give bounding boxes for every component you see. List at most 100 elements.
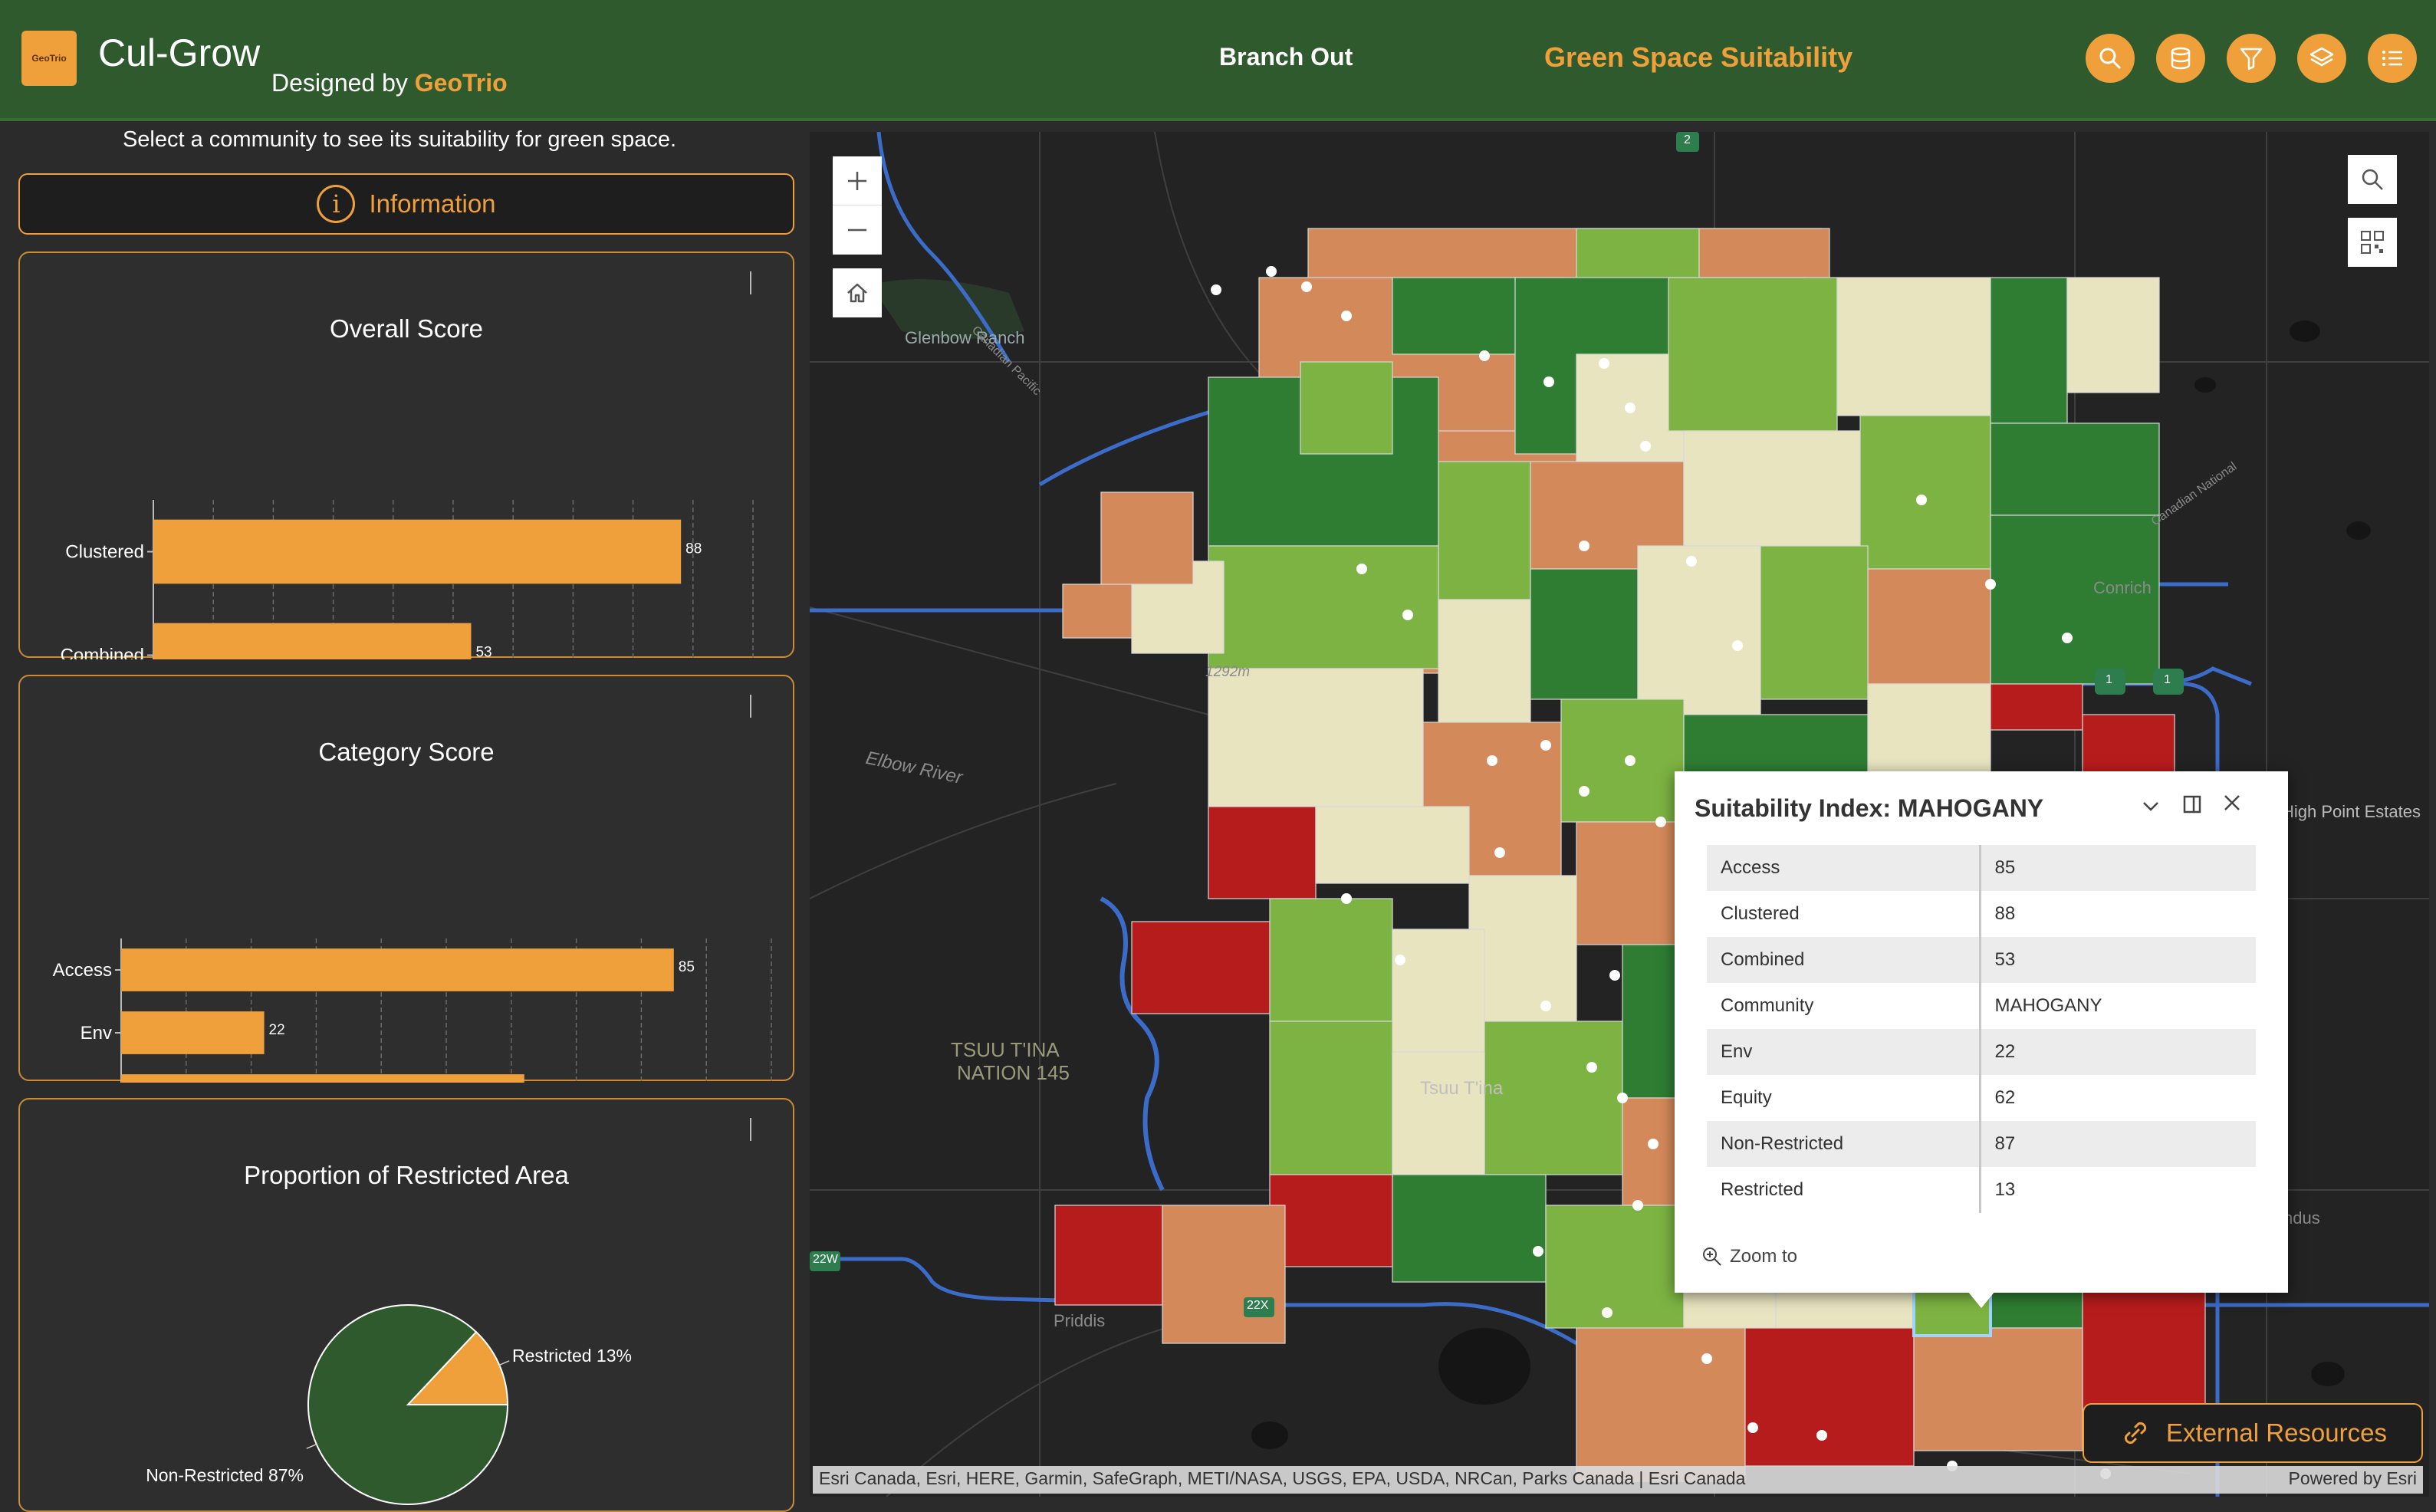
map-label-tsuu-tina: TSUU T'INA (951, 1038, 1060, 1061)
info-icon: i (317, 185, 356, 223)
popup-pointer (1968, 1291, 1995, 1308)
map-label-hwy1a: 1 (2106, 673, 2112, 686)
popup-row: Restricted 13 (1707, 1167, 2256, 1213)
zoom-in-button[interactable] (833, 156, 882, 205)
category-score-card: Category Score 0102030405060708090100Acc… (18, 675, 794, 1083)
y-tick-label: Combined (61, 646, 144, 660)
link-icon (2124, 1422, 2147, 1445)
popup-field-name: Clustered (1707, 891, 1981, 937)
sidebar: Select a community to see its suitabilit… (0, 124, 799, 1512)
map-label-okotoks: ndus (2283, 1208, 2320, 1228)
popup-row: Clustered 88 (1707, 891, 2256, 937)
pie-leader-line (499, 1360, 510, 1366)
zoom-to-button[interactable]: Zoom to (1701, 1245, 1797, 1268)
popup-row: Combined 53 (1707, 937, 2256, 983)
popup-row: Access 85 (1707, 845, 2256, 891)
zoom-in-icon (1703, 1247, 1721, 1266)
data-label: 85 (679, 959, 695, 975)
map-label-hwy22x: 22X (1247, 1299, 1269, 1312)
bar (153, 623, 472, 659)
data-label: 88 (685, 541, 702, 557)
pie-label: Restricted 13% (512, 1346, 632, 1366)
app-title: Cul-Grow (98, 31, 261, 74)
popup-field-value: 87 (1980, 1121, 2256, 1167)
map-label-hwy1b: 1 (2164, 673, 2171, 686)
popup-row: Non-Restricted 87 (1707, 1121, 2256, 1167)
overall-score-card: Overall Score 0102030405060708090100Clus… (18, 251, 794, 660)
popup-field-name: Access (1707, 845, 1981, 891)
filter-button[interactable] (2227, 34, 2276, 83)
designed-by-brand: GeoTrio (414, 69, 508, 97)
popup-title: Suitability Index: MAHOGANY (1695, 794, 2044, 822)
filter-icon (2240, 48, 2263, 71)
pie-label: Non-Restricted 87% (146, 1465, 304, 1485)
nav-branch-out[interactable]: Branch Out (1219, 43, 1353, 71)
layers-button[interactable] (2297, 34, 2346, 83)
popup-field-value: 85 (1980, 845, 2256, 891)
database-button[interactable] (2156, 34, 2205, 83)
logo-text: GeoTrio (31, 53, 67, 64)
map-label-glenbow: Glenbow Ranch (905, 328, 1025, 347)
information-label: Information (369, 189, 496, 218)
information-button[interactable]: i Information (18, 173, 794, 235)
map-label-elevation: 1292m (1205, 664, 1251, 680)
proportion-card: Proportion of Restricted Area Restricted… (18, 1098, 794, 1512)
layers-icon (2309, 47, 2334, 67)
search-icon (2099, 48, 2122, 70)
bar (121, 948, 674, 991)
zoom-to-label: Zoom to (1730, 1246, 1798, 1267)
minus-icon (848, 228, 866, 232)
zoom-control (833, 156, 882, 255)
popup-field-name: Equity (1707, 1075, 1981, 1121)
popup-row: Env 22 (1707, 1029, 2256, 1075)
y-tick-label: Env (81, 1023, 112, 1044)
home-icon (847, 283, 867, 303)
powered-by-esri[interactable]: Powered by Esri (2289, 1468, 2417, 1491)
qr-code-icon (2361, 231, 2384, 254)
popup-row: Equity 62 (1707, 1075, 2256, 1121)
popup-field-name: Restricted (1707, 1167, 1981, 1213)
instruction-text: Select a community to see its suitabilit… (122, 127, 677, 152)
bar (121, 1074, 524, 1083)
geotrio-logo[interactable]: GeoTrio (21, 31, 77, 86)
suitability-popup: Suitability Index: MAHOGANY Access 85 Clus… (1675, 771, 2288, 1293)
chevron-down-icon[interactable] (2139, 794, 2162, 817)
popup-field-value: 62 (1994, 1087, 2016, 1108)
close-icon[interactable] (2221, 791, 2244, 814)
database-icon (2171, 47, 2191, 70)
map-label-high-point: High Point Estates (2282, 802, 2421, 821)
external-resources-button[interactable]: External Resources (2083, 1403, 2423, 1463)
map-label-tsuutina-town: Tsuu T'ina (1420, 1078, 1504, 1099)
category-score-chart: 0102030405060708090100Access85Env22Equit… (53, 938, 772, 1083)
dock-icon[interactable] (2181, 793, 2204, 816)
y-tick-label: Clustered (65, 542, 144, 563)
nav-green-space[interactable]: Green Space Suitability (1544, 41, 1852, 74)
y-tick-label: Access (53, 960, 112, 981)
plus-icon (848, 171, 866, 190)
popup-row: Community MAHOGANY (1707, 983, 2256, 1029)
bar (153, 519, 682, 584)
search-button[interactable] (2086, 34, 2135, 83)
overall-score-chart: 0102030405060708090100Clustered88Combine… (61, 500, 754, 660)
map-label-priddis: Priddis (1054, 1311, 1106, 1330)
attribution-text: Esri Canada, Esri, HERE, Garmin, SafeGra… (819, 1468, 1746, 1488)
designed-by-prefix: Designed by (271, 69, 415, 97)
pie-leader-line (306, 1443, 317, 1449)
zoom-out-button[interactable] (833, 205, 882, 255)
popup-attribute-table: Access 85 Clustered 88 Combined 53 Community MA… (1707, 845, 2256, 1213)
external-resources-label: External Resources (2166, 1418, 2387, 1447)
popup-field-value: 22 (1980, 1029, 2256, 1075)
proportion-pie-chart: Restricted 13% Non-Restricted 87% (146, 1304, 632, 1505)
home-button[interactable] (833, 268, 882, 317)
popup-field-value: 53 (1980, 937, 2256, 983)
popup-field-value: 13 (1994, 1179, 2016, 1200)
list-icon (2382, 51, 2402, 66)
map-label-hwy22w: 22W (813, 1253, 838, 1266)
map-label-conrich: Conrich (2093, 578, 2152, 597)
map-search-button[interactable] (2348, 155, 2397, 204)
list-button[interactable] (2368, 34, 2417, 83)
app-header: GeoTrio Cul-Grow Designed by GeoTrio Bra… (0, 0, 2436, 121)
popup-field-value: MAHOGANY (1994, 995, 2102, 1016)
qr-code-button[interactable] (2348, 218, 2397, 267)
map-attribution: Esri Canada, Esri, HERE, Garmin, SafeGra… (813, 1466, 2423, 1494)
